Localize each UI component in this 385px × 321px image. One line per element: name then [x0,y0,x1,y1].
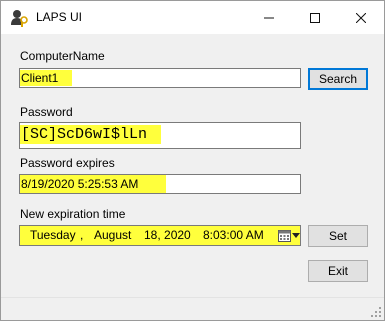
status-divider [1,297,384,298]
window-title: LAPS UI [36,10,83,24]
set-button[interactable]: Set [308,225,368,247]
exit-button[interactable]: Exit [308,260,368,282]
new-expiration-label: New expiration time [20,207,126,221]
password-expires-value: 8/19/2020 5:25:53 AM [20,175,167,193]
password-field[interactable]: [SC]ScD6wI$lLn [19,122,301,149]
search-button[interactable]: Search [308,68,368,90]
resize-grip-icon[interactable] [371,307,381,317]
maximize-button[interactable] [292,1,338,34]
minimize-button[interactable] [246,1,292,34]
password-expires-field[interactable]: 8/19/2020 5:25:53 AM [19,174,301,194]
laps-app-icon [11,10,28,27]
close-button[interactable] [338,1,384,34]
minimize-icon [264,17,274,18]
password-label: Password [20,105,73,119]
computer-name-value: Client1 [20,70,73,86]
password-expires-label: Password expires [20,156,115,170]
weekday-separator: , [80,228,84,242]
title-bar[interactable]: LAPS UI [1,1,384,34]
password-value: [SC]ScD6wI$lLn [20,125,162,144]
expiration-datetime-picker[interactable]: Tuesday , August 18, 2020 8:03:00 AM [19,225,301,246]
calendar-icon[interactable] [278,230,291,242]
time-field[interactable]: 8:03:00 AM [203,228,264,242]
close-icon [356,12,366,23]
computer-name-input[interactable]: Client1 [19,68,301,88]
dropdown-arrow-icon[interactable] [292,233,300,238]
month-field[interactable]: August [94,228,131,242]
weekday-field[interactable]: Tuesday [30,228,76,242]
laps-window: LAPS UI ComputerName Client1 Search Pass… [0,0,385,321]
day-year-field[interactable]: 18, 2020 [144,228,191,242]
computer-name-label: ComputerName [20,49,105,63]
maximize-icon [310,12,320,23]
